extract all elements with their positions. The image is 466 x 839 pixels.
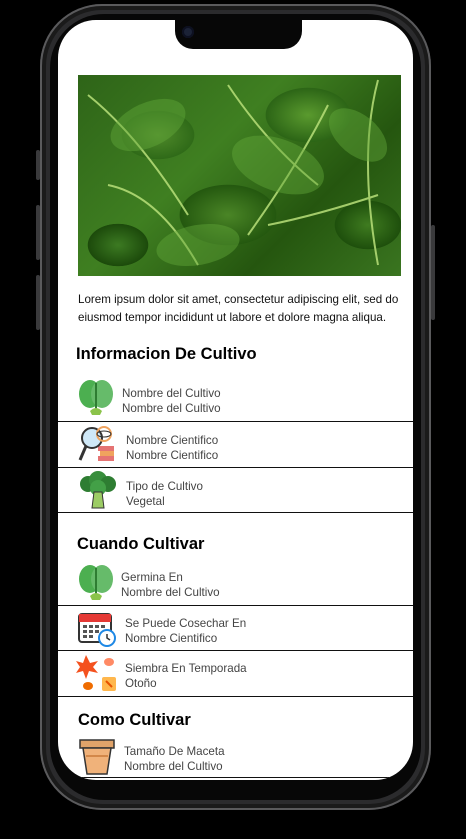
camera-icon: [182, 26, 194, 38]
row-label: Nombre Cientifico: [126, 434, 219, 447]
row-value: Nombre Cientifico: [125, 632, 218, 645]
spinach-icon: [79, 565, 113, 600]
section-title-cuando: Cuando Cultivar: [77, 535, 205, 553]
app-screen: Lorem ipsum dolor sit amet, consectetur …: [58, 20, 413, 780]
row-value: Nombre del Cultivo: [124, 760, 223, 773]
notch: [175, 20, 302, 49]
section-title-informacion: Informacion De Cultivo: [76, 345, 257, 363]
row-value: Vegetal: [126, 495, 165, 508]
lab-magnifier-icon: [78, 426, 114, 461]
calendar-clock-icon: [78, 613, 116, 647]
info-row-temporada: Siembra En Temporada Otoño: [58, 651, 413, 696]
row-value: Nombre del Cultivo: [121, 586, 220, 599]
row-label: Tipo de Cultivo: [126, 480, 203, 493]
row-value: Nombre Cientifico: [126, 449, 219, 462]
silent-switch: [36, 150, 40, 180]
autumn-leaves-icon: [76, 655, 116, 691]
info-row-cientifico: Nombre Cientifico Nombre Cientifico: [58, 422, 413, 467]
power-button: [431, 225, 435, 320]
row-label: Se Puede Cosechar En: [125, 617, 247, 630]
spinach-icon: [79, 380, 113, 415]
spinach-leaves-image: [87, 79, 388, 267]
row-label: Siembra En Temporada: [125, 662, 247, 675]
row-value: Otoño: [125, 677, 157, 690]
divider: [58, 696, 413, 697]
section-title-como: Como Cultivar: [78, 711, 191, 729]
flower-pot-icon: [79, 739, 115, 775]
row-label: Nombre del Cultivo: [122, 387, 221, 400]
row-value: Nombre del Cultivo: [122, 402, 221, 415]
row-label: Tamaño De Maceta: [124, 745, 225, 758]
intro-paragraph: Lorem ipsum dolor sit amet, consectetur …: [78, 293, 399, 324]
info-row-nombre: Nombre del Cultivo Nombre del Cultivo: [58, 375, 413, 420]
info-row-germina: Germina En Nombre del Cultivo: [58, 560, 413, 605]
row-label: Germina En: [121, 571, 183, 584]
info-row-cosechar: Se Puede Cosechar En Nombre Cientifico: [58, 606, 413, 651]
info-row-maceta: Tamaño De Maceta Nombre del Cultivo: [58, 736, 413, 780]
divider: [58, 777, 413, 778]
volume-up-button: [36, 205, 40, 260]
divider: [58, 512, 413, 513]
info-row-tipo: Tipo de Cultivo Vegetal: [58, 468, 413, 513]
broccoli-icon: [80, 471, 116, 509]
volume-down-button: [36, 275, 40, 330]
crop-hero-image: [78, 75, 401, 276]
